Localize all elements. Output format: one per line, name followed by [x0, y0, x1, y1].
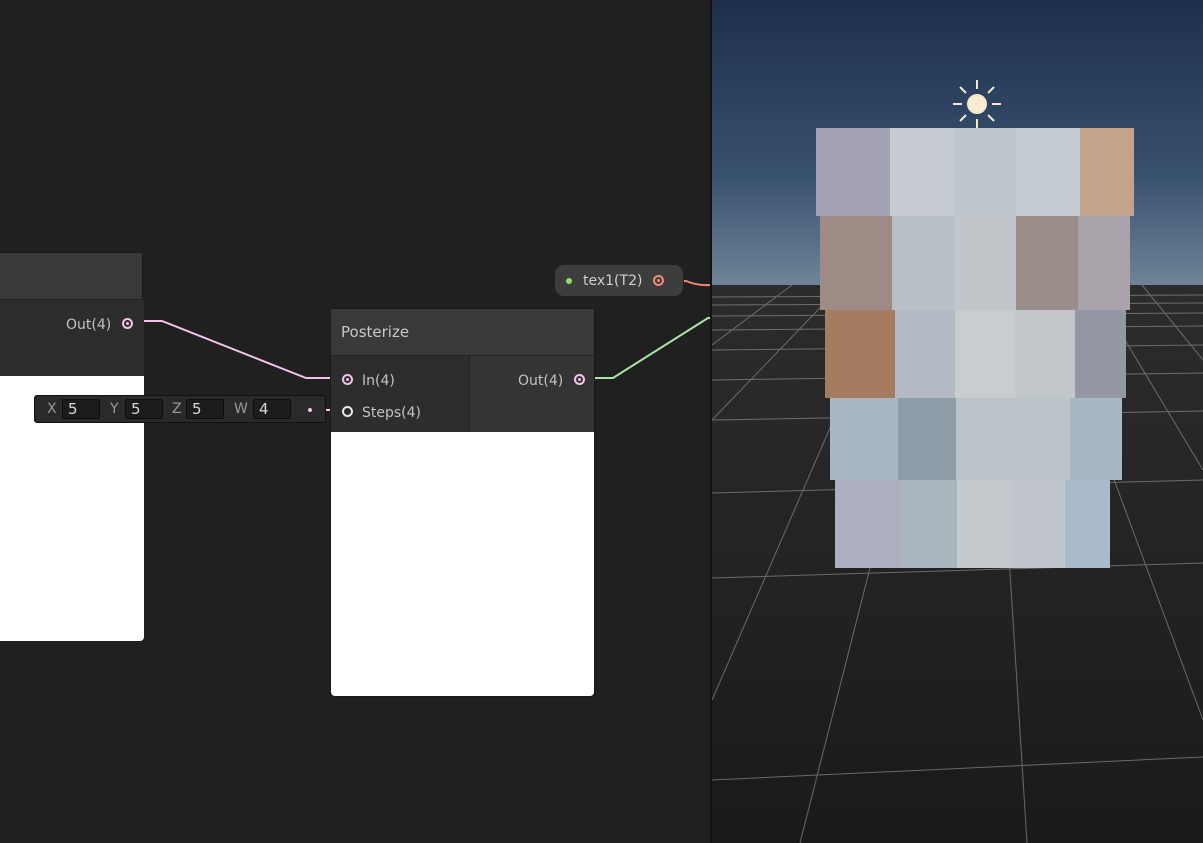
scene-view: [712, 0, 1203, 843]
posterize-node[interactable]: Posterize In(4) Steps(4) Out(4): [330, 308, 595, 697]
vector-field-connector-dot: [308, 408, 312, 412]
vector-y-label: Y: [110, 401, 119, 417]
vector-w-label: W: [234, 401, 248, 417]
posterize-output-port[interactable]: [574, 374, 585, 385]
posterize-input-port-in[interactable]: [342, 374, 353, 385]
vector-x-label: X: [47, 401, 57, 417]
property-node-label: tex1(T2): [583, 273, 643, 289]
posterize-node-title[interactable]: Posterize: [331, 309, 594, 356]
property-exposed-dot: [566, 278, 572, 284]
steps-vector-field: X 5 Y 5 Z 5 W 4: [34, 395, 326, 423]
edge-left-out-to-in: [131, 320, 342, 379]
posterize-output-label: Out(4): [518, 373, 564, 389]
texture-property-node[interactable]: tex1(T2): [554, 264, 684, 297]
vector-z-input[interactable]: 5: [186, 399, 224, 419]
directional-light-icon: [953, 80, 1001, 128]
left-node-title: [0, 253, 142, 300]
vector-x-input[interactable]: 5: [62, 399, 100, 419]
scene-preview-viewport[interactable]: [712, 0, 1203, 843]
posterize-output-area: [470, 356, 594, 432]
vector-z-label: Z: [172, 401, 182, 417]
vector-w-input[interactable]: 4: [253, 399, 291, 419]
posterize-input-label-in: In(4): [362, 373, 395, 389]
posterize-preview: [331, 432, 594, 696]
left-node-output-port[interactable]: [122, 318, 133, 329]
left-node-output-label: Out(4): [66, 317, 112, 333]
preview-mesh: [816, 128, 1134, 568]
left-node[interactable]: Out(4): [0, 252, 144, 641]
property-output-port-center: [657, 279, 660, 282]
posterize-input-port-steps[interactable]: [342, 406, 353, 417]
shader-graph-canvas[interactable]: Out(4) X 5 Y 5 Z 5 W 4 Posterize In(4) S…: [0, 0, 711, 843]
vector-y-input[interactable]: 5: [125, 399, 163, 419]
edge-posterize-out: [583, 317, 711, 379]
posterize-input-label-steps: Steps(4): [362, 405, 422, 421]
left-node-ports: [0, 300, 144, 376]
